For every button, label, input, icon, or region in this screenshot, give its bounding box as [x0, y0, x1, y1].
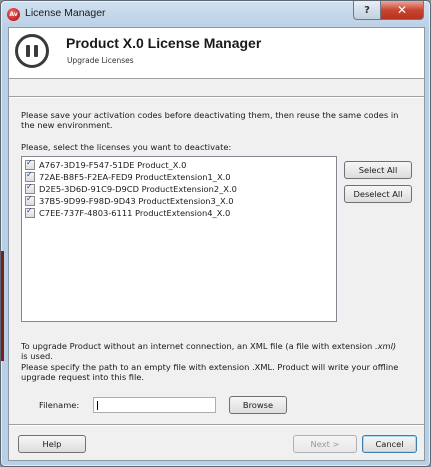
app-icon: Av [7, 8, 20, 21]
list-item[interactable]: 72AE-B8F5-F2EA-FED9 ProductExtension1_X.… [25, 170, 231, 183]
filename-label: Filename: [39, 400, 80, 410]
header-banner: Product X.0 License Manager Upgrade Lice… [9, 28, 424, 79]
offline-line-1: To upgrade Product without an internet c… [21, 341, 396, 351]
license-list[interactable]: A767-3D19-F547-51DE Product_X.0 72AE-B8F… [21, 156, 337, 322]
dialog-client-area: Product X.0 License Manager Upgrade Lice… [8, 27, 425, 461]
license-checkbox[interactable] [25, 170, 35, 182]
close-icon: ✕ [396, 3, 408, 17]
license-code: A767-3D19-F547-51DE [39, 160, 135, 170]
header-title: Product X.0 License Manager [66, 35, 262, 51]
license-checkbox[interactable] [25, 194, 35, 206]
license-checkbox[interactable] [25, 182, 35, 194]
list-item[interactable]: 37B5-9D99-F98D-9D43 ProductExtension3_X.… [25, 194, 234, 207]
next-button[interactable]: Next > [293, 435, 357, 453]
deselect-all-button[interactable]: Deselect All [344, 185, 412, 203]
cancel-button[interactable]: Cancel [362, 435, 417, 453]
close-window-button[interactable]: ✕ [380, 1, 424, 20]
question-mark-icon: ? [364, 4, 370, 16]
license-checkbox[interactable] [25, 158, 35, 170]
select-prompt: Please, select the licenses you want to … [21, 142, 232, 152]
window-title: License Manager [25, 7, 106, 19]
header-subtitle: Upgrade Licenses [67, 56, 134, 65]
license-code: C7EE-737F-4803-6111 [39, 208, 133, 218]
title-buttons: ? ✕ [353, 1, 424, 20]
browse-button[interactable]: Browse [229, 396, 287, 414]
license-checkbox[interactable] [25, 206, 35, 218]
license-product: ProductExtension1_X.0 [135, 172, 231, 182]
divider-bottom [9, 424, 424, 426]
list-item[interactable]: A767-3D19-F547-51DE Product_X.0 [25, 158, 187, 171]
offline-line-1-text: To upgrade Product without an internet c… [21, 341, 375, 351]
logo-bar-right [34, 45, 38, 57]
license-product: ProductExtension2_X.0 [141, 184, 237, 194]
license-code: D2E5-3D6D-91C9-D9CD [39, 184, 139, 194]
logo-bar-left [26, 45, 30, 57]
license-code: 37B5-9D99-F98D-9D43 [39, 196, 136, 206]
license-product: ProductExtension4_X.0 [135, 208, 231, 218]
select-all-button[interactable]: Select All [344, 161, 412, 179]
xml-extension-text: .xml) [374, 341, 397, 351]
list-item[interactable]: D2E5-3D6D-91C9-D9CD ProductExtension2_X.… [25, 182, 237, 195]
filename-input[interactable] [93, 397, 216, 413]
divider-top [9, 96, 424, 98]
intro-line-2: the new environment. [21, 120, 113, 130]
offline-line-2: is used. [21, 351, 53, 361]
help-button[interactable]: Help [18, 435, 86, 453]
app-icon-text: Av [9, 11, 18, 18]
text-caret [97, 401, 98, 410]
license-code: 72AE-B8F5-F2EA-FED9 [39, 172, 133, 182]
help-title-button[interactable]: ? [353, 1, 381, 20]
list-item[interactable]: C7EE-737F-4803-6111 ProductExtension4_X.… [25, 206, 231, 219]
product-logo-icon [15, 34, 49, 68]
license-manager-window: Av License Manager ? ✕ Product X.0 Licen… [0, 0, 431, 467]
license-product: ProductExtension3_X.0 [138, 196, 234, 206]
background-edge [1, 251, 4, 361]
intro-line-1: Please save your activation codes before… [21, 110, 399, 120]
title-bar[interactable]: Av License Manager ? ✕ [1, 1, 430, 27]
license-product: Product_X.0 [137, 160, 187, 170]
offline-line-4: upgrade request into this file. [21, 372, 145, 382]
offline-line-3: Please specify the path to an empty file… [21, 362, 399, 372]
